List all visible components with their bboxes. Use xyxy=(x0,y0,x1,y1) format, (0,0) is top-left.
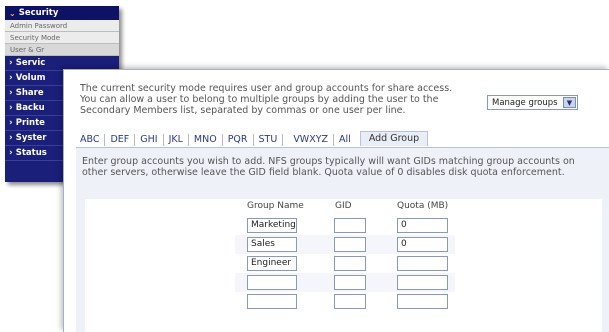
manage-groups-select[interactable]: Manage groups ▼ xyxy=(487,95,578,110)
gid-field[interactable] xyxy=(334,294,366,309)
chevron-right-icon: › xyxy=(9,73,13,83)
group-name-field[interactable] xyxy=(247,294,297,309)
sidebar-item-label: Share xyxy=(15,88,44,98)
table-row: Marketing 0 xyxy=(235,216,455,235)
groups-panel: The current security mode requires user … xyxy=(63,69,609,332)
table-row xyxy=(235,292,455,311)
group-name-field[interactable] xyxy=(247,275,297,290)
tab-add-group[interactable]: Add Group xyxy=(359,131,429,146)
chevron-right-icon: › xyxy=(9,148,13,158)
sidebar-subitem-user-groups[interactable]: User & Gr xyxy=(5,44,119,56)
group-name-field[interactable]: Marketing xyxy=(247,218,297,233)
gid-field[interactable] xyxy=(334,256,366,271)
chevron-right-icon: › xyxy=(9,103,13,113)
manage-groups-value: Manage groups xyxy=(492,97,558,108)
chevron-right-icon: › xyxy=(9,88,13,98)
table-row: Engineer xyxy=(235,254,455,273)
add-group-form: Group Name GID Quota (MB) Marketing 0 Sa… xyxy=(85,199,602,332)
gid-field[interactable] xyxy=(334,275,366,290)
tab-pqr[interactable]: PQR xyxy=(223,134,254,146)
chevron-right-icon: › xyxy=(9,133,13,143)
sidebar-item-label: Printe xyxy=(15,118,45,128)
quota-field[interactable]: 0 xyxy=(397,237,448,252)
sidebar-subitem-security-mode[interactable]: Security Mode xyxy=(5,32,119,44)
gid-field[interactable] xyxy=(334,237,366,252)
column-header-gid: GID xyxy=(335,201,352,211)
sidebar-item-label: Backu xyxy=(15,103,45,113)
sidebar-header-label: Security xyxy=(18,8,59,18)
tab-jkl[interactable]: JKL xyxy=(164,134,189,146)
sidebar-item-label: Volum xyxy=(15,73,46,83)
chevron-right-icon: › xyxy=(9,118,13,128)
table-row xyxy=(235,273,455,292)
chevron-down-icon[interactable]: ▼ xyxy=(563,97,576,108)
column-header-quota: Quota (MB) xyxy=(397,201,449,211)
column-header-group-name: Group Name xyxy=(247,201,304,211)
tab-stu[interactable]: STU xyxy=(254,134,284,146)
tab-ghi[interactable]: GHI xyxy=(135,134,164,146)
quota-field[interactable]: 0 xyxy=(397,218,448,233)
chevron-right-icon: › xyxy=(9,58,13,68)
quota-field[interactable] xyxy=(397,275,448,290)
group-tabs: ABC DEF GHI JKL MNO PQR STU VWXYZ All Ad… xyxy=(80,131,429,146)
tab-all[interactable]: All xyxy=(334,134,356,146)
tab-mno[interactable]: MNO xyxy=(189,134,223,146)
quota-field[interactable] xyxy=(397,294,448,309)
sidebar-header-security[interactable]: ⌄ Security xyxy=(5,6,119,20)
gid-field[interactable] xyxy=(334,218,366,233)
tab-vwxyz[interactable]: VWXYZ xyxy=(283,134,335,146)
add-group-content: Enter group accounts you wish to add. NF… xyxy=(76,147,609,332)
intro-text: The current security mode requires user … xyxy=(80,83,453,116)
sidebar-item-label: Syster xyxy=(15,133,47,143)
tab-abc[interactable]: ABC xyxy=(80,134,106,146)
quota-field[interactable] xyxy=(397,256,448,271)
sidebar-subitem-admin-password[interactable]: Admin Password xyxy=(5,20,119,32)
chevron-down-icon: ⌄ xyxy=(9,8,16,18)
add-group-note: Enter group accounts you wish to add. NF… xyxy=(82,156,575,178)
group-name-field[interactable]: Sales xyxy=(247,237,297,252)
tab-def[interactable]: DEF xyxy=(105,134,136,146)
sidebar-item-label: Status xyxy=(15,148,47,158)
table-row: Sales 0 xyxy=(235,235,455,254)
group-name-field[interactable]: Engineer xyxy=(247,256,297,271)
sidebar-item-label: Servic xyxy=(15,58,46,68)
